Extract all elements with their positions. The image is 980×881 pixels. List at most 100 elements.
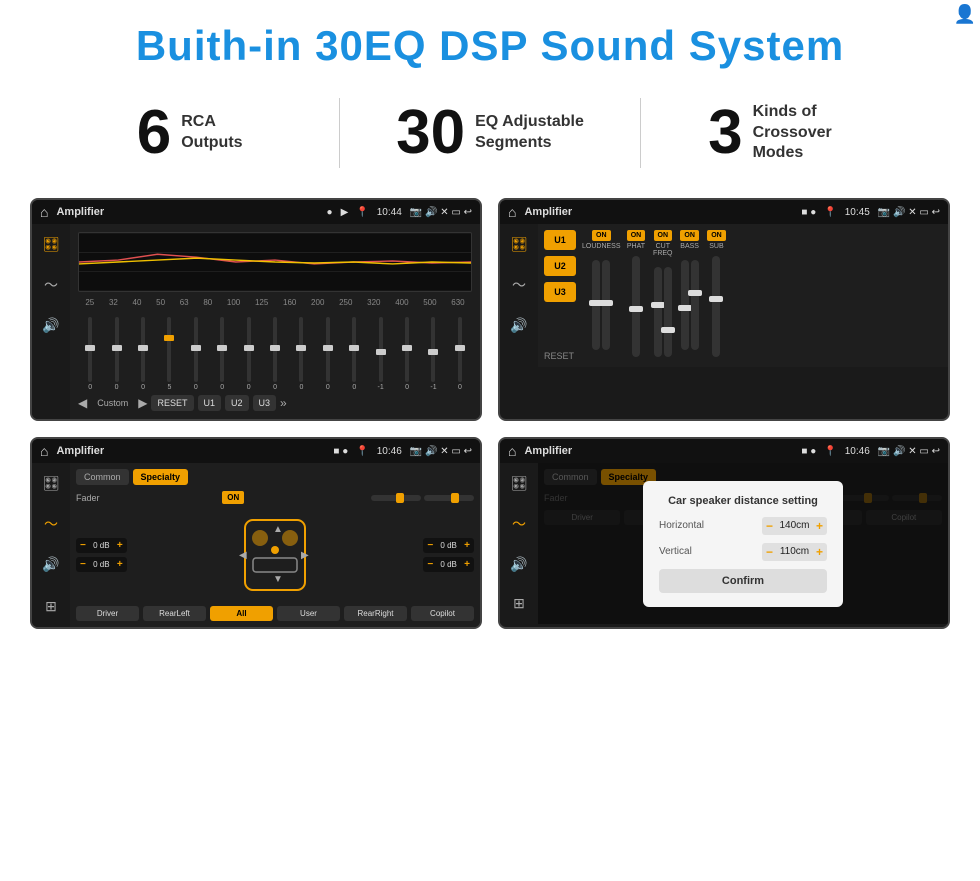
slider-12[interactable]: -1 (368, 317, 392, 391)
page-title: Buith-in 30EQ DSP Sound System (20, 22, 960, 70)
eq-more-btn[interactable]: » (280, 396, 287, 410)
horizontal-label: Horizontal (659, 520, 704, 531)
fd-sidebar-wave-icon[interactable]: 〜 (508, 510, 530, 538)
slider-2[interactable]: 0 (104, 317, 128, 391)
left-rear-minus[interactable]: − (80, 559, 86, 570)
btn-user[interactable]: User (277, 606, 340, 621)
slider-13[interactable]: 0 (395, 317, 419, 391)
fd-sidebar-speaker-icon[interactable]: 🔊 (506, 552, 531, 577)
loudness-slider2[interactable] (602, 260, 610, 350)
amp-title: Amplifier (524, 206, 793, 218)
horizontal-minus[interactable]: − (766, 519, 773, 533)
slider-3[interactable]: 0 (131, 317, 155, 391)
fader-screen: ⌂ Amplifier ■ ● 📍 10:46 📷 🔊 ✕ ▭ ↩ 🎛 〜 🔊 … (30, 437, 482, 629)
left-front-minus[interactable]: − (80, 540, 86, 551)
right-rear-minus[interactable]: − (427, 559, 433, 570)
fader-bar1[interactable] (371, 495, 421, 501)
cutfreq-on[interactable]: ON (654, 230, 673, 241)
slider-1[interactable]: 0 (78, 317, 102, 391)
eq-u3-btn[interactable]: U3 (253, 395, 277, 411)
slider-14[interactable]: -1 (421, 317, 445, 391)
eq-u1-btn[interactable]: U1 (198, 395, 222, 411)
amp-preset-u1[interactable]: U1 (544, 230, 576, 250)
fader-bar-container (371, 495, 474, 501)
eq-u2-btn[interactable]: U2 (225, 395, 249, 411)
btn-driver[interactable]: Driver (76, 606, 139, 621)
fader-sidebar-wave-icon[interactable]: 〜 (40, 510, 62, 538)
amp-home-icon[interactable]: ⌂ (508, 204, 516, 220)
left-front-plus[interactable]: + (117, 540, 123, 551)
fader-sidebar-eq-icon[interactable]: 🎛 (38, 471, 64, 496)
fader-on-btn[interactable]: ON (222, 491, 244, 504)
vertical-minus[interactable]: − (766, 545, 773, 559)
slider-6[interactable]: 0 (210, 317, 234, 391)
tab-specialty[interactable]: Specialty (133, 469, 189, 485)
fader-bar2[interactable] (424, 495, 474, 501)
sub-on[interactable]: ON (707, 230, 726, 241)
slider-7[interactable]: 0 (236, 317, 260, 391)
fd-home-icon[interactable]: ⌂ (508, 443, 516, 459)
phat-on[interactable]: ON (627, 230, 646, 241)
eq-sidebar-speaker-icon[interactable]: 🔊 (38, 313, 63, 338)
eq-controls: ◀ Custom ▶ RESET U1 U2 U3 » (78, 395, 472, 411)
tab-common[interactable]: Common (76, 469, 129, 485)
right-rear-value: 0 dB (436, 560, 461, 569)
amp-sidebar-eq-icon[interactable]: 🎛 (506, 232, 532, 257)
sub-slider[interactable] (712, 256, 720, 357)
horizontal-value: 140cm (777, 520, 812, 531)
bass-slider1[interactable] (681, 260, 689, 350)
fd-status-icons: 📷 🔊 ✕ ▭ ↩ (878, 446, 940, 457)
left-speakers: − 0 dB + − 0 dB + (76, 538, 127, 572)
slider-15[interactable]: 0 (448, 317, 472, 391)
slider-4[interactable]: 5 (157, 317, 181, 391)
cutfreq-slider2[interactable] (664, 267, 672, 357)
fd-sidebar-eq-icon[interactable]: 🎛 (506, 471, 532, 496)
eq-prev-btn[interactable]: ◀ (78, 396, 87, 410)
right-front-plus[interactable]: + (464, 540, 470, 551)
bass-on[interactable]: ON (680, 230, 699, 241)
btn-rearleft[interactable]: RearLeft (143, 606, 206, 621)
vertical-label: Vertical (659, 546, 692, 557)
fd-sidebar-expand-icon[interactable]: ⊞ (509, 591, 529, 616)
slider-10[interactable]: 0 (316, 317, 340, 391)
fader-sidebar-speaker-icon[interactable]: 🔊 (38, 552, 63, 577)
amp-sidebar-speaker-icon[interactable]: 🔊 (506, 313, 531, 338)
speaker-distance-dialog: Car speaker distance setting Horizontal … (643, 481, 843, 607)
car-diagram-container: ▲ ▼ ◀ ▶ (235, 510, 315, 600)
left-rear-plus[interactable]: + (117, 559, 123, 570)
slider-11[interactable]: 0 (342, 317, 366, 391)
btn-rearright[interactable]: RearRight (344, 606, 407, 621)
eq-reset-btn[interactable]: RESET (151, 395, 193, 411)
phat-slider[interactable] (632, 256, 640, 357)
amp-preset-u2[interactable]: U2 (544, 256, 576, 276)
fader-home-icon[interactable]: ⌂ (40, 443, 48, 459)
btn-all[interactable]: All (210, 606, 273, 621)
slider-8[interactable]: 0 (263, 317, 287, 391)
channel-phat: ON PHAT (625, 230, 648, 361)
amp-preset-u3[interactable]: U3 (544, 282, 576, 302)
right-rear-plus[interactable]: + (464, 559, 470, 570)
stat-number-rca: 6 (137, 102, 171, 164)
home-icon[interactable]: ⌂ (40, 204, 48, 220)
right-front-minus[interactable]: − (427, 540, 433, 551)
eq-sidebar-eq-icon[interactable]: 🎛 (38, 232, 64, 257)
slider-9[interactable]: 0 (289, 317, 313, 391)
fader-sidebar-expand-icon[interactable]: ⊞ (41, 594, 61, 619)
horizontal-plus[interactable]: + (816, 519, 823, 533)
vertical-plus[interactable]: + (816, 545, 823, 559)
amp-sidebar-wave-icon[interactable]: 〜 (508, 271, 530, 299)
amp-screen-content: 🎛 〜 🔊 U1 U2 U3 RESET (500, 224, 948, 367)
confirm-button[interactable]: Confirm (659, 569, 827, 593)
eq-next-btn[interactable]: ▶ (138, 396, 147, 410)
btn-copilot[interactable]: Copilot (411, 606, 474, 621)
stat-rca: 6 RCAOutputs (60, 102, 319, 164)
slider-5[interactable]: 0 (184, 317, 208, 391)
loudness-on[interactable]: ON (592, 230, 611, 241)
bass-slider2[interactable] (691, 260, 699, 350)
amp-reset[interactable]: RESET (544, 351, 576, 361)
eq-sidebar-wave-icon[interactable]: 〜 (40, 271, 62, 299)
cutfreq-slider1[interactable] (654, 267, 662, 357)
left-rear-value: 0 dB (89, 560, 114, 569)
bass-label: BASS (680, 243, 699, 250)
stat-crossover: 3 Kinds ofCrossover Modes (661, 102, 920, 164)
